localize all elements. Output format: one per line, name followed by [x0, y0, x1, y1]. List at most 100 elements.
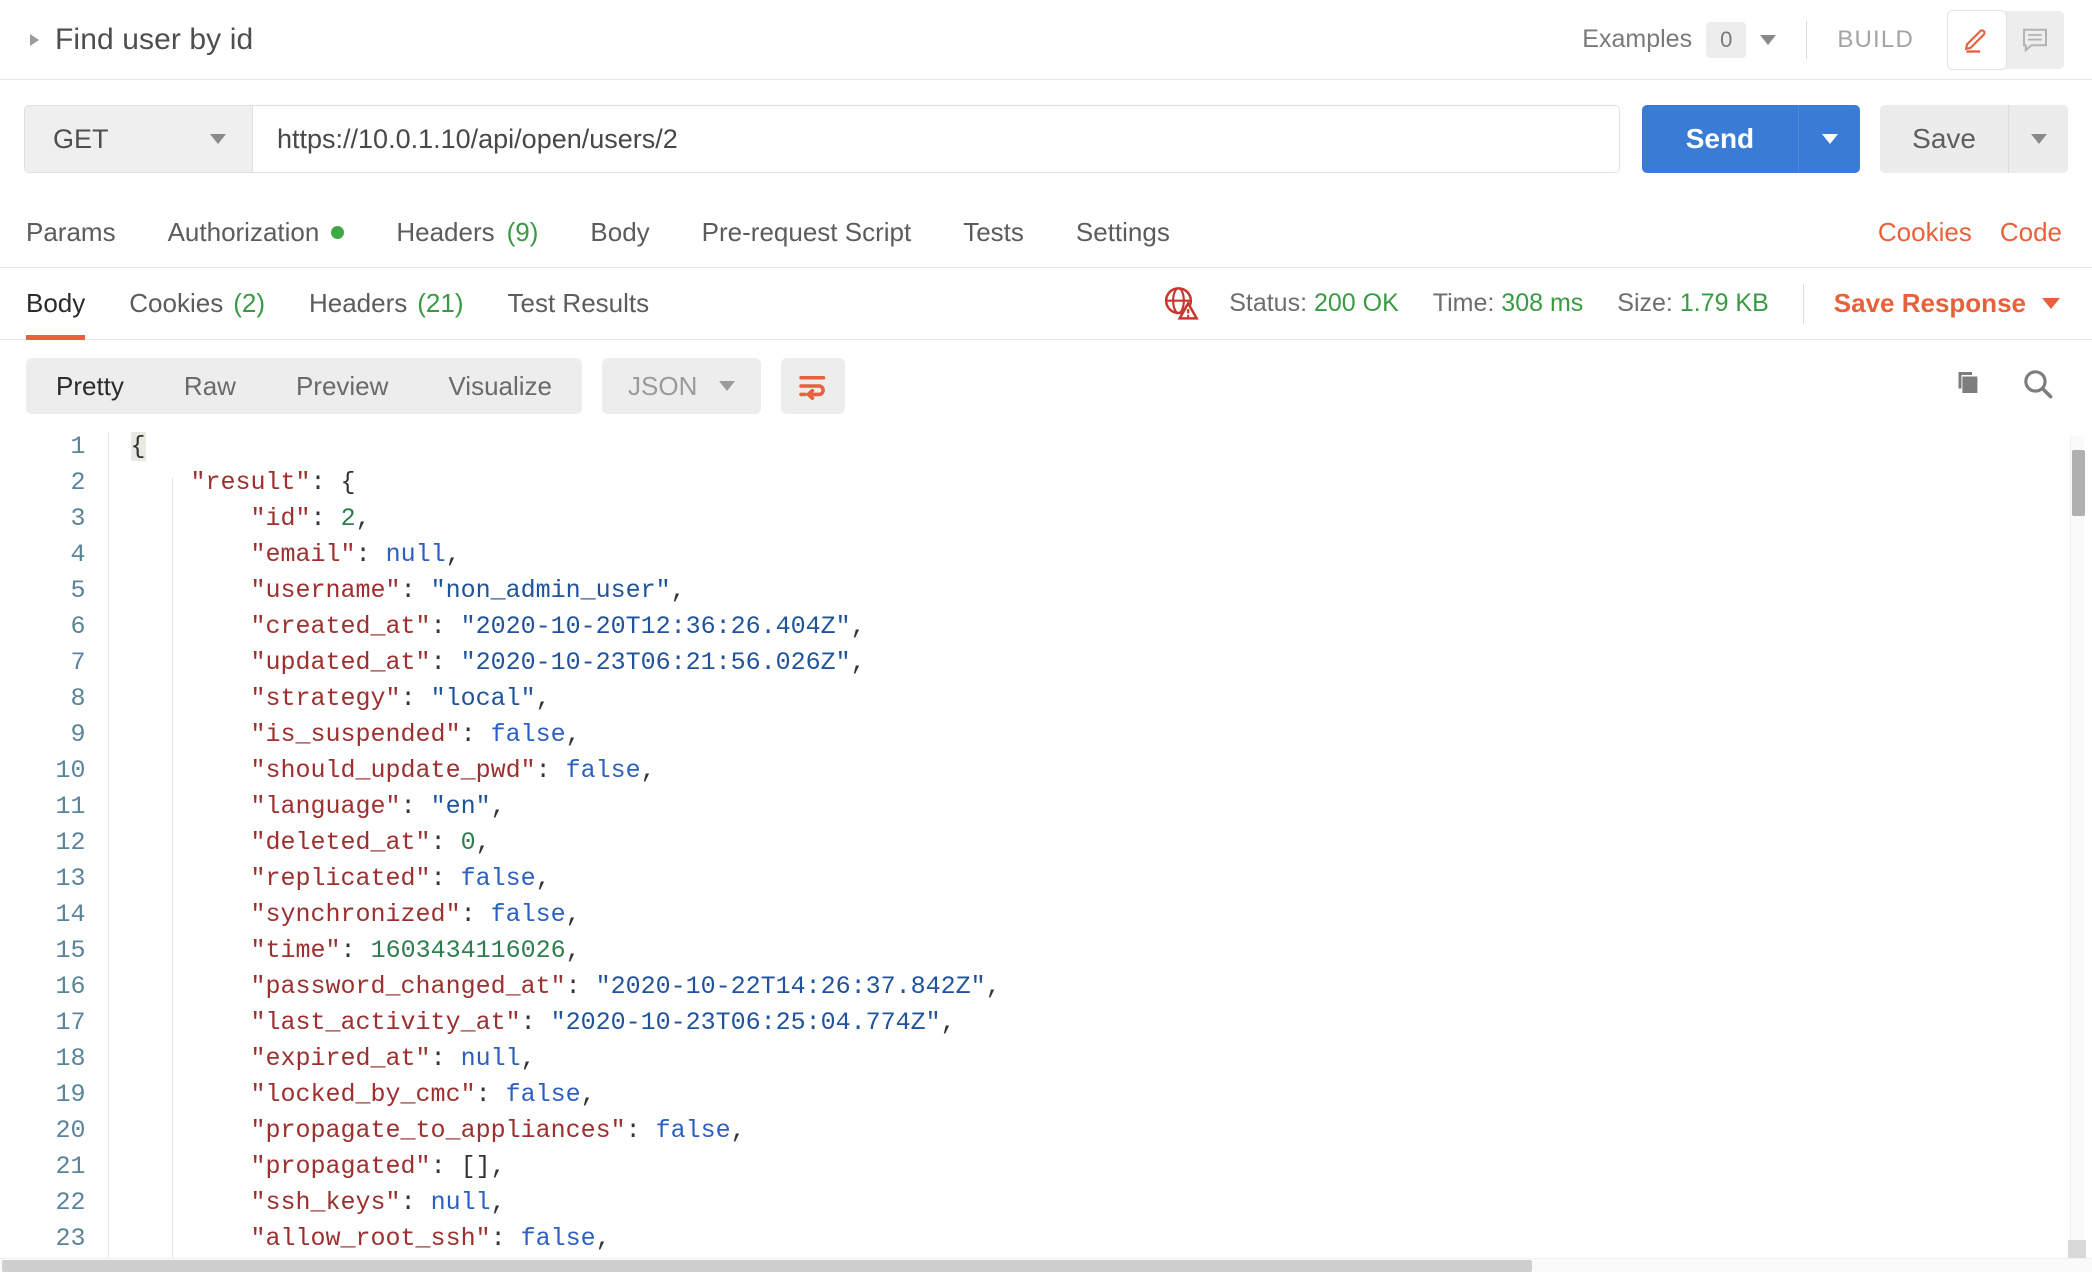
view-pretty-button[interactable]: Pretty	[26, 358, 154, 414]
code-token: {	[130, 432, 146, 461]
code-token: "replicated"	[250, 864, 431, 893]
code-token: 1603434116026	[370, 936, 566, 965]
tab-label: Settings	[1075, 217, 1170, 247]
wrap-text-button[interactable]	[781, 358, 846, 414]
vertical-scrollbar-thumb[interactable]	[2072, 450, 2085, 516]
response-tab-body[interactable]: Body	[26, 268, 86, 340]
code-line-content[interactable]: "last_activity_at": "2020-10-23T06:25:04…	[107, 1008, 2092, 1044]
code-line-content[interactable]: "result": {	[107, 468, 2092, 504]
response-language-value: JSON	[628, 370, 698, 401]
ssl-warning-button[interactable]	[1161, 284, 1201, 324]
chevron-down-icon[interactable]	[210, 134, 226, 144]
code-line-content[interactable]: {	[107, 432, 2092, 468]
code-token: "password_changed_at"	[250, 972, 566, 1001]
code-line-content[interactable]: "language": "en",	[107, 792, 2092, 828]
code-token: ,	[475, 828, 491, 857]
code-token: "ssh_keys"	[250, 1188, 401, 1217]
time-label: Time:	[1432, 289, 1495, 317]
save-response-label: Save Response	[1833, 288, 2026, 318]
cookies-link[interactable]: Cookies	[1878, 217, 1972, 248]
code-token: "language"	[250, 792, 401, 821]
url-input[interactable]: https://10.0.1.10/api/open/users/2	[253, 106, 1619, 172]
code-line-content[interactable]: "expired_at": null,	[107, 1044, 2092, 1080]
tab-count: (9)	[506, 217, 539, 247]
view-raw-button[interactable]: Raw	[154, 358, 266, 414]
save-button[interactable]: Save	[1880, 105, 2008, 173]
edit-mode-button[interactable]	[1948, 10, 2006, 69]
request-name-group[interactable]: Find user by id	[30, 23, 253, 57]
http-method-select[interactable]: GET	[25, 106, 253, 172]
response-body-viewer[interactable]: 1{2 "result": {3 "id": 2, 4 "email": null…	[0, 432, 2092, 1272]
code-line-content[interactable]: "propagate_to_appliances": false,	[107, 1116, 2092, 1152]
code-line-content[interactable]: "updated_at": "2020-10-23T06:21:56.026Z"…	[107, 648, 2092, 684]
tab-tests[interactable]: Tests	[963, 217, 1024, 248]
code-line-content[interactable]: "id": 2,	[107, 504, 2092, 540]
code-line-content[interactable]: "password_changed_at": "2020-10-22T14:26…	[107, 972, 2092, 1008]
line-number: 23	[55, 1224, 86, 1253]
line-number: 7	[70, 648, 86, 677]
code-token: :	[520, 1008, 551, 1037]
line-number: 20	[55, 1116, 86, 1145]
search-response-button[interactable]	[2020, 366, 2056, 407]
tab-body[interactable]: Body	[590, 217, 649, 248]
code-line-content[interactable]: "ssh_keys": null,	[107, 1188, 2092, 1224]
response-body-scroll-region[interactable]: 1{2 "result": {3 "id": 2, 4 "email": null…	[0, 432, 2092, 1272]
code-token: :	[400, 792, 431, 821]
code-token: "locked_by_cmc"	[250, 1080, 476, 1109]
code-token: "2020-10-23T06:21:56.026Z"	[460, 648, 851, 677]
horizontal-scrollbar[interactable]	[0, 1258, 2092, 1272]
tab-pre-request-script[interactable]: Pre-request Script	[702, 217, 912, 248]
chevron-down-icon	[2030, 134, 2047, 144]
code-line-content[interactable]: "should_update_pwd": false,	[107, 756, 2092, 792]
code-line-content[interactable]: "propagated": [],	[107, 1152, 2092, 1188]
code-line-content[interactable]: "replicated": false,	[107, 864, 2092, 900]
line-number: 16	[55, 972, 86, 1001]
send-options-button[interactable]	[1798, 105, 1861, 173]
code-line-content[interactable]: "time": 1603434116026,	[107, 936, 2092, 972]
vertical-scrollbar[interactable]	[2070, 436, 2085, 1242]
tab-headers[interactable]: Headers (9)	[396, 217, 538, 248]
tab-settings[interactable]: Settings	[1076, 217, 1170, 248]
code-line-content[interactable]: "strategy": "local",	[107, 684, 2092, 720]
code-line-content[interactable]: "created_at": "2020-10-20T12:36:26.404Z"…	[107, 612, 2092, 648]
view-visualize-button[interactable]: Visualize	[418, 358, 582, 414]
send-button[interactable]: Send	[1641, 105, 1799, 173]
code-link[interactable]: Code	[2000, 217, 2062, 248]
examples-dropdown[interactable]: Examples 0	[1582, 21, 1777, 58]
expand-caret-icon[interactable]	[30, 33, 39, 46]
response-language-select[interactable]: JSON	[602, 358, 762, 414]
code-line-content[interactable]: "email": null,	[107, 540, 2092, 576]
response-tab-headers[interactable]: Headers (21)	[309, 268, 464, 340]
response-tab-test-results[interactable]: Test Results	[508, 268, 650, 340]
code-line-content[interactable]: "synchronized": false,	[107, 900, 2092, 936]
comments-button[interactable]	[2006, 11, 2064, 69]
horizontal-scrollbar-thumb[interactable]	[2, 1260, 1532, 1272]
code-token: ,	[640, 756, 656, 785]
chevron-down-icon[interactable]	[1760, 34, 1777, 45]
tab-params[interactable]: Params	[26, 217, 116, 248]
code-token: :	[430, 648, 461, 677]
save-response-button[interactable]: Save Response	[1834, 288, 2060, 319]
code-line-content[interactable]: "locked_by_cmc": false,	[107, 1080, 2092, 1116]
code-token: :	[400, 576, 431, 605]
code-lines: 1{2 "result": {3 "id": 2, 4 "email": null…	[0, 432, 2092, 1272]
code-line-content[interactable]: "is_suspended": false,	[107, 720, 2092, 756]
tab-authorization[interactable]: Authorization	[168, 217, 345, 248]
response-size-indicator: Size: 1.79 KB	[1617, 289, 1769, 318]
code-token: ,	[595, 1224, 611, 1253]
code-line-content[interactable]: "deleted_at": 0,	[107, 828, 2092, 864]
response-tab-cookies[interactable]: Cookies (2)	[129, 268, 265, 340]
view-preview-button[interactable]: Preview	[266, 358, 418, 414]
code-line-content[interactable]: "allow_root_ssh": false,	[107, 1224, 2092, 1260]
save-options-button[interactable]	[2008, 105, 2068, 173]
page-title: Find user by id	[55, 22, 254, 56]
code-line-content[interactable]: "username": "non_admin_user",	[107, 576, 2092, 612]
copy-response-button[interactable]	[1948, 366, 1984, 407]
tab-label: Body	[26, 288, 86, 318]
line-number: 3	[70, 504, 86, 533]
